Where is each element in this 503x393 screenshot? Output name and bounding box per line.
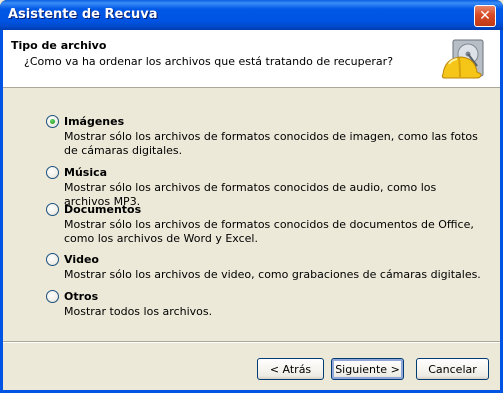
page-title: Tipo de archivo xyxy=(11,39,107,52)
option-label[interactable]: Video xyxy=(64,253,99,266)
footer-separator xyxy=(3,341,500,343)
hard-drive-helmet-icon xyxy=(441,39,484,79)
radio-images[interactable] xyxy=(46,115,59,128)
close-icon: ✕ xyxy=(479,8,491,24)
dialog-body: Tipo de archivo ¿Como va ha ordenar los … xyxy=(0,30,503,393)
close-button[interactable]: ✕ xyxy=(474,5,496,27)
option-label[interactable]: Otros xyxy=(64,290,98,303)
radio-music[interactable] xyxy=(46,166,59,179)
back-button[interactable]: < Atrás xyxy=(257,358,324,380)
next-button[interactable]: Siguiente > xyxy=(331,358,404,380)
option-description: Mostrar sólo los archivos de formatos co… xyxy=(64,218,474,245)
option-label[interactable]: Música xyxy=(64,166,107,179)
option-description: Mostrar todos los archivos. xyxy=(64,305,213,318)
recuva-wizard-window: Asistente de Recuva ✕ Tipo de archivo ¿C… xyxy=(0,0,503,393)
window-title: Asistente de Recuva xyxy=(8,7,158,22)
cancel-button[interactable]: Cancelar xyxy=(416,358,489,380)
wizard-header: Tipo de archivo ¿Como va ha ordenar los … xyxy=(3,30,500,88)
page-subtitle: ¿Como va ha ordenar los archivos que est… xyxy=(24,55,394,68)
option-description: Mostrar sólo los archivos de formatos co… xyxy=(64,130,478,157)
radio-selected-dot xyxy=(50,119,55,124)
radio-documents[interactable] xyxy=(46,203,59,216)
option-label[interactable]: Documentos xyxy=(64,203,141,216)
radio-others[interactable] xyxy=(46,290,59,303)
option-description: Mostrar sólo los archivos de video, como… xyxy=(64,268,481,281)
radio-video[interactable] xyxy=(46,253,59,266)
option-label[interactable]: Imágenes xyxy=(64,115,124,128)
title-bar[interactable]: Asistente de Recuva ✕ xyxy=(0,0,503,30)
